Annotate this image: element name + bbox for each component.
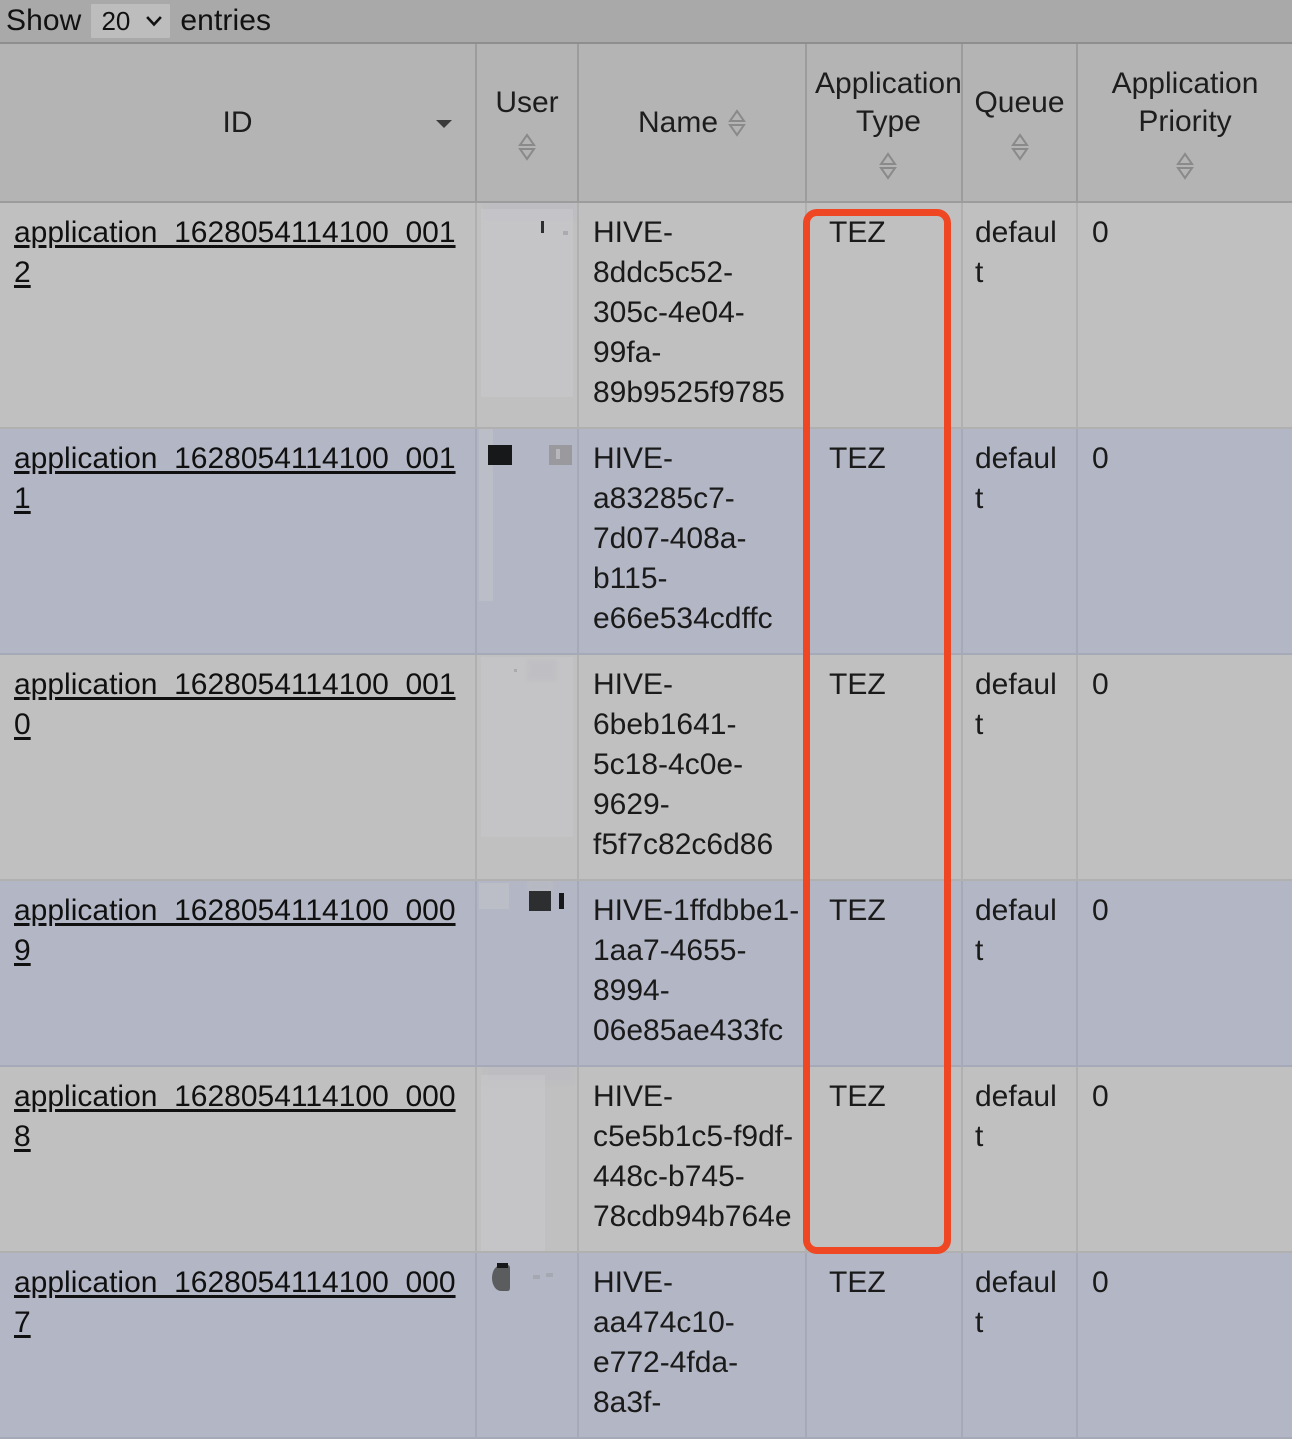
sort-descending-icon (435, 119, 453, 129)
column-header-application-type-label: Application Type (815, 66, 962, 138)
entries-label: entries (180, 4, 272, 37)
sort-both-icon (1010, 132, 1029, 162)
page-length-select[interactable]: 20 (91, 4, 171, 38)
header-row: ID User Name Application Type Queue Appl… (0, 44, 1292, 203)
redaction-smudge (481, 1075, 545, 1250)
column-header-id[interactable]: ID (0, 44, 477, 203)
table-row: application_1628054114100_0011 HIVE-a832… (0, 428, 1292, 655)
table-row: application_1628054114100_0007 HIVE-aa47… (0, 1252, 1292, 1439)
sort-both-icon (1176, 151, 1194, 181)
sort-both-icon (728, 108, 746, 138)
table-length-toolbar: Show 20 entries (0, 0, 1292, 44)
redaction-smudge (481, 209, 573, 397)
column-header-user-label: User (495, 85, 559, 119)
cell-user (476, 428, 579, 655)
table-header: ID User Name Application Type Queue Appl… (0, 44, 1292, 203)
cell-user (476, 1252, 579, 1439)
cell-application-type: TEZ (806, 1066, 963, 1253)
cell-application-priority: 0 (1077, 202, 1292, 429)
cell-application-priority: 0 (1077, 654, 1292, 881)
redaction-smudge (556, 449, 560, 459)
redaction-smudge (488, 445, 512, 465)
applications-table-page: Show 20 entries ID User Name Application… (0, 0, 1292, 1439)
show-label: Show (6, 4, 82, 37)
cell-user (476, 202, 579, 429)
cell-user (476, 654, 579, 881)
application-id-link[interactable]: application_1628054114100_0009 (14, 894, 456, 967)
application-id-link[interactable]: application_1628054114100_0010 (14, 668, 456, 741)
application-id-link[interactable]: application_1628054114100_0007 (14, 1266, 456, 1339)
cell-name: HIVE-c5e5b1c5-f9df-448c-b745-78cdb94b764… (578, 1066, 807, 1253)
chevron-down-icon (146, 13, 163, 29)
redaction-smudge (527, 659, 557, 681)
column-header-queue[interactable]: Queue (962, 44, 1078, 203)
redaction-smudge (529, 891, 551, 911)
cell-application-priority: 0 (1077, 1252, 1292, 1439)
cell-id: application_1628054114100_0011 (0, 428, 477, 655)
table-body: application_1628054114100_0012 HIVE-8ddc… (0, 202, 1292, 1439)
cell-name: HIVE-8ddc5c52-305c-4e04-99fa-89b9525f978… (578, 202, 807, 429)
cell-name: HIVE-6beb1641-5c18-4c0e-9629-f5f7c82c6d8… (578, 654, 807, 881)
cell-application-type: TEZ (806, 654, 963, 881)
redaction-smudge (559, 893, 564, 909)
cell-id: application_1628054114100_0008 (0, 1066, 477, 1253)
cell-application-priority: 0 (1077, 880, 1292, 1067)
column-header-queue-label: Queue (974, 85, 1065, 119)
cell-name: HIVE-1ffdbbe1-1aa7-4655-8994-06e85ae433f… (578, 880, 807, 1067)
cell-application-type: TEZ (806, 1252, 963, 1439)
redaction-smudge (479, 883, 509, 909)
cell-user (476, 1066, 579, 1253)
cell-id: application_1628054114100_0012 (0, 202, 477, 429)
redaction-smudge (492, 1265, 510, 1291)
cell-application-type: TEZ (806, 880, 963, 1067)
column-header-user[interactable]: User (476, 44, 579, 203)
cell-application-type: TEZ (806, 202, 963, 429)
cell-queue: default (962, 1066, 1078, 1253)
column-header-name[interactable]: Name (578, 44, 807, 203)
redaction-smudge (533, 1275, 540, 1279)
application-id-link[interactable]: application_1628054114100_0008 (14, 1080, 456, 1153)
column-header-application-priority-label: Application Priority (1111, 66, 1259, 138)
cell-queue: default (962, 428, 1078, 655)
column-header-application-type[interactable]: Application Type (806, 44, 963, 203)
cell-queue: default (962, 202, 1078, 429)
cell-application-priority: 0 (1077, 428, 1292, 655)
column-header-id-label: ID (222, 105, 253, 139)
redaction-smudge (563, 231, 568, 235)
redaction-smudge (514, 669, 517, 672)
cell-id: application_1628054114100_0009 (0, 880, 477, 1067)
sort-both-icon (518, 132, 536, 162)
redaction-smudge (546, 1273, 553, 1277)
cell-application-type: TEZ (806, 428, 963, 655)
redaction-smudge (481, 657, 573, 837)
redaction-smudge (541, 221, 544, 233)
cell-queue: default (962, 1252, 1078, 1439)
applications-table: ID User Name Application Type Queue Appl… (0, 44, 1292, 1439)
table-row: application_1628054114100_0010 HIVE-6beb… (0, 654, 1292, 881)
page-length-value: 20 (101, 6, 131, 36)
column-header-name-label: Name (637, 105, 719, 139)
cell-name: HIVE-a83285c7-7d07-408a-b115-e66e534cdff… (578, 428, 807, 655)
redaction-smudge (549, 445, 572, 465)
cell-application-priority: 0 (1077, 1066, 1292, 1253)
cell-queue: default (962, 654, 1078, 881)
sort-both-icon (879, 151, 898, 181)
cell-name: HIVE-aa474c10-e772-4fda-8a3f- (578, 1252, 807, 1439)
application-id-link[interactable]: application_1628054114100_0012 (14, 216, 456, 289)
table-row: application_1628054114100_0009 HIVE-1ffd… (0, 880, 1292, 1067)
column-header-application-priority[interactable]: Application Priority (1077, 44, 1292, 203)
redaction-smudge (497, 1263, 508, 1268)
table-row: application_1628054114100_0012 HIVE-8ddc… (0, 202, 1292, 429)
application-id-link[interactable]: application_1628054114100_0011 (14, 442, 456, 515)
table-row: application_1628054114100_0008 HIVE-c5e5… (0, 1066, 1292, 1253)
cell-queue: default (962, 880, 1078, 1067)
cell-id: application_1628054114100_0010 (0, 654, 477, 881)
cell-id: application_1628054114100_0007 (0, 1252, 477, 1439)
cell-user (476, 880, 579, 1067)
